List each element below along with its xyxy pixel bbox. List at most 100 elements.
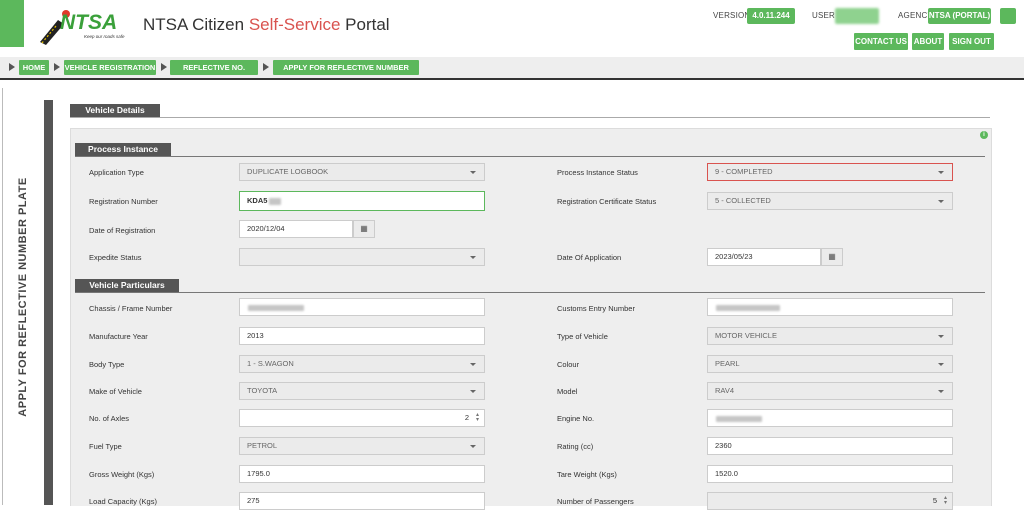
breadcrumb: HOME VEHICLE REGISTRATION REFLECTIVE NO.… xyxy=(0,57,1024,87)
chevron-down-icon xyxy=(470,445,476,448)
registration-number-field[interactable]: KDA5 xyxy=(239,191,485,211)
axles-label: No. of Axles xyxy=(89,414,130,423)
user-menu-button[interactable] xyxy=(1000,8,1016,24)
svg-text:NTSA: NTSA xyxy=(60,11,117,34)
body-type-value: 1 - S.WAGON xyxy=(247,359,294,368)
section-vehicle-particulars: Vehicle Particulars xyxy=(75,279,179,292)
redacted-text xyxy=(716,305,780,311)
application-type-label: Application Type xyxy=(89,168,144,177)
gross-weight-field[interactable]: 1795.0 xyxy=(239,465,485,483)
stepper-arrows-icon[interactable]: ▴ ▾ xyxy=(476,412,479,423)
breadcrumb-reflective-plate[interactable]: REFLECTIVE NO. PLATE xyxy=(170,60,258,87)
application-type-select[interactable]: DUPLICATE LOGBOOK xyxy=(239,163,485,181)
axles-value: 2 xyxy=(464,413,469,422)
breadcrumb-arrow-icon xyxy=(54,63,60,71)
header-accent-strip xyxy=(0,0,24,47)
sign-out-button[interactable]: SIGN OUT xyxy=(949,33,994,50)
type-of-vehicle-select[interactable]: MOTOR VEHICLE xyxy=(707,327,953,345)
breadcrumb-arrow-icon xyxy=(161,63,167,71)
ntsa-logo[interactable]: NTSA Keep our roads safe xyxy=(36,2,140,46)
gross-weight-label: Gross Weight (Kgs) xyxy=(89,470,155,479)
section-process-instance: Process Instance xyxy=(75,143,171,156)
make-label: Make of Vehicle xyxy=(89,387,142,396)
type-of-vehicle-label: Type of Vehicle xyxy=(557,332,608,341)
expedite-status-select[interactable] xyxy=(239,248,485,266)
version-label: VERSION xyxy=(713,11,751,20)
customs-entry-field[interactable] xyxy=(707,298,953,316)
top-header: NTSA Keep our roads safe NTSA Citizen Se… xyxy=(0,0,1024,56)
date-of-application-label: Date Of Application xyxy=(557,253,622,262)
make-select[interactable]: TOYOTA xyxy=(239,382,485,400)
engine-no-label: Engine No. xyxy=(557,414,595,423)
colour-select[interactable]: PEARL xyxy=(707,355,953,373)
user-label: USER xyxy=(812,11,836,20)
expedite-status-label: Expedite Status xyxy=(89,253,142,262)
section-divider xyxy=(75,156,985,157)
chevron-down-icon xyxy=(470,171,476,174)
breadcrumb-apply-reflective-plate[interactable]: APPLY FOR REFLECTIVE NUMBER PLATE xyxy=(273,60,419,87)
tab-vehicle-details[interactable]: Vehicle Details xyxy=(70,104,160,117)
chevron-down-icon xyxy=(470,363,476,366)
date-of-registration-field[interactable]: 2020/12/04 xyxy=(239,220,353,238)
passengers-value: 5 xyxy=(932,496,937,505)
process-status-label: Process Instance Status xyxy=(557,168,638,177)
tare-weight-label: Tare Weight (Kgs) xyxy=(557,470,617,479)
customs-entry-label: Customs Entry Number xyxy=(557,304,635,313)
about-button[interactable]: ABOUT xyxy=(912,33,944,50)
svg-text:Keep our roads safe: Keep our roads safe xyxy=(84,34,125,39)
contact-us-button[interactable]: CONTACT US xyxy=(854,33,908,50)
chevron-down-icon xyxy=(470,390,476,393)
type-of-vehicle-value: MOTOR VEHICLE xyxy=(715,331,777,340)
registration-number-label: Registration Number xyxy=(89,197,158,206)
redacted-text xyxy=(716,416,762,422)
process-status-value: 9 - COMPLETED xyxy=(715,167,773,176)
left-border xyxy=(2,88,3,505)
manufacture-year-label: Manufacture Year xyxy=(89,332,148,341)
model-label: Model xyxy=(557,387,578,396)
chevron-down-icon xyxy=(938,335,944,338)
reg-cert-status-label: Registration Certificate Status xyxy=(557,197,657,206)
breadcrumb-arrow-icon xyxy=(263,63,269,71)
tare-weight-field[interactable]: 1520.0 xyxy=(707,465,953,483)
process-status-select[interactable]: 9 - COMPLETED xyxy=(707,163,953,181)
breadcrumb-vehicle-registration[interactable]: VEHICLE REGISTRATION xyxy=(64,60,156,75)
calendar-icon[interactable]: ▦ xyxy=(821,248,843,266)
model-value: RAV4 xyxy=(715,386,735,395)
chevron-down-icon xyxy=(938,200,944,203)
user-badge-redacted xyxy=(835,8,879,24)
fuel-type-label: Fuel Type xyxy=(89,442,122,451)
side-divider xyxy=(44,100,53,505)
passengers-stepper[interactable]: 5 ▴ ▾ xyxy=(707,492,953,510)
registration-number-value: KDA5 xyxy=(247,196,268,205)
redacted-text xyxy=(248,305,304,311)
rating-field[interactable]: 2360 xyxy=(707,437,953,455)
axles-stepper[interactable]: 2 ▴ ▾ xyxy=(239,409,485,427)
body-type-select[interactable]: 1 - S.WAGON xyxy=(239,355,485,373)
engine-no-field[interactable] xyxy=(707,409,953,427)
breadcrumb-arrow-icon xyxy=(9,63,15,71)
manufacture-year-field[interactable]: 2013 xyxy=(239,327,485,345)
info-icon[interactable]: i xyxy=(980,131,988,139)
date-of-registration-label: Date of Registration xyxy=(89,226,156,235)
agency-badge: NTSA (PORTAL) xyxy=(928,8,991,24)
chassis-label: Chassis / Frame Number xyxy=(89,304,173,313)
section-divider xyxy=(75,292,985,293)
calendar-icon[interactable]: ▦ xyxy=(353,220,375,238)
redacted-text xyxy=(269,198,281,205)
rating-label: Rating (cc) xyxy=(557,442,594,451)
portal-title: NTSA Citizen Self-Service Portal xyxy=(143,15,390,34)
reg-cert-status-select[interactable]: 5 - COLLECTED xyxy=(707,192,953,210)
body-type-label: Body Type xyxy=(89,360,125,369)
tab-underline xyxy=(70,117,990,118)
colour-label: Colour xyxy=(557,360,580,369)
version-badge: 4.0.11.244 xyxy=(747,8,795,24)
load-capacity-field[interactable]: 275 xyxy=(239,492,485,510)
make-value: TOYOTA xyxy=(247,386,278,395)
colour-value: PEARL xyxy=(715,359,740,368)
chassis-field[interactable] xyxy=(239,298,485,316)
breadcrumb-home[interactable]: HOME xyxy=(19,60,49,75)
chevron-down-icon xyxy=(938,363,944,366)
date-of-application-field[interactable]: 2023/05/23 xyxy=(707,248,821,266)
model-select[interactable]: RAV4 xyxy=(707,382,953,400)
fuel-type-select[interactable]: PETROL xyxy=(239,437,485,455)
